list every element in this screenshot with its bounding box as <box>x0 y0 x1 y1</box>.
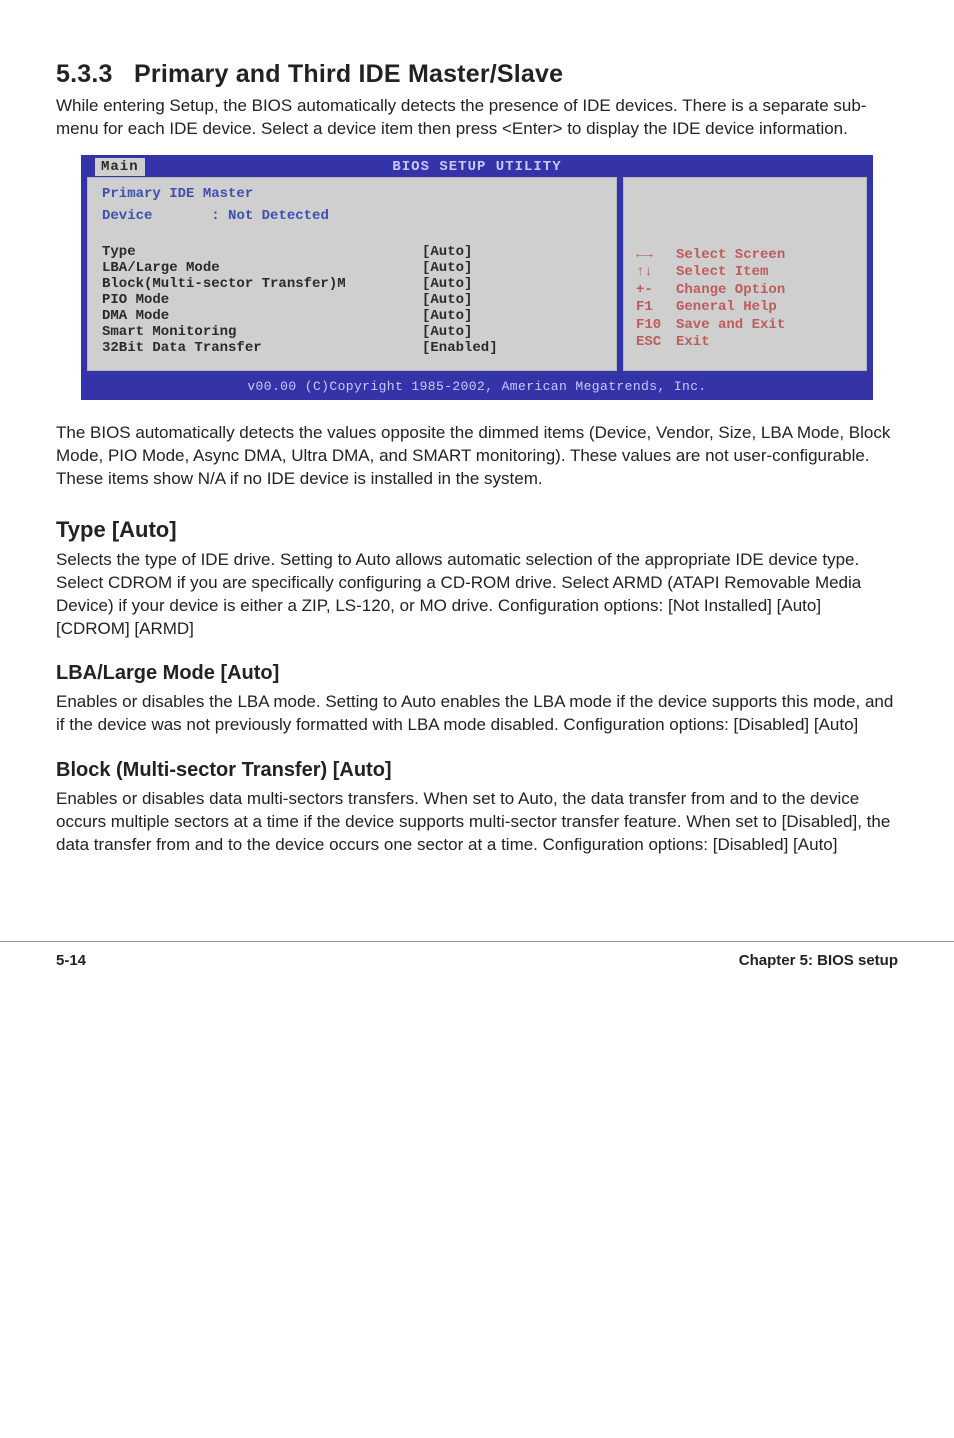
bios-row-value: [Auto] <box>422 292 602 308</box>
bios-settings-panel: Primary IDE Master Device : Not Detected… <box>87 177 617 371</box>
bios-tab-main[interactable]: Main <box>95 158 145 176</box>
section-title: Primary and Third IDE Master/Slave <box>134 60 563 88</box>
bios-help-row: F10 Save and Exit <box>636 317 785 335</box>
bios-row-label: Type <box>102 244 422 260</box>
bios-help-key: ←→ <box>636 247 676 265</box>
subsection-heading: LBA/Large Mode [Auto] <box>56 662 898 685</box>
bios-row-value: [Auto] <box>422 244 602 260</box>
bios-help-desc: Change Option <box>676 282 785 300</box>
bios-help-desc: Select Item <box>676 264 768 282</box>
bios-row[interactable]: Smart Monitoring [Auto] <box>102 324 602 340</box>
bios-help-desc: Save and Exit <box>676 317 785 335</box>
bios-setup-window: Main BIOS SETUP UTILITY Primary IDE Mast… <box>81 155 873 400</box>
bios-help-key: ESC <box>636 334 676 352</box>
bios-row-label: LBA/Large Mode <box>102 260 422 276</box>
bios-help-key: F10 <box>636 317 676 335</box>
bios-device-value: : Not Detected <box>211 208 329 224</box>
bios-help-key: +- <box>636 282 676 300</box>
bios-row-value: [Auto] <box>422 324 602 340</box>
bios-row-value: [Auto] <box>422 260 602 276</box>
section-heading: 5.3.3 Primary and Third IDE Master/Slave <box>56 60 898 89</box>
subsection-heading: Type [Auto] <box>56 517 898 543</box>
subsection-text: Enables or disables data multi-sectors t… <box>56 788 898 857</box>
bios-row[interactable]: PIO Mode [Auto] <box>102 292 602 308</box>
section-intro: While entering Setup, the BIOS automatic… <box>56 95 898 141</box>
bios-help-row: F1 General Help <box>636 299 785 317</box>
subsection-text: Enables or disables the LBA mode. Settin… <box>56 691 898 737</box>
page-footer: 5-14 Chapter 5: BIOS setup <box>0 941 954 1009</box>
bios-help-key: ↑↓ <box>636 264 676 282</box>
bios-help-row: +- Change Option <box>636 282 785 300</box>
subsection-heading: Block (Multi-sector Transfer) [Auto] <box>56 759 898 782</box>
bios-row-label: Block(Multi-sector Transfer)M <box>102 276 422 292</box>
chapter-label: Chapter 5: BIOS setup <box>739 952 898 969</box>
bios-utility-title: BIOS SETUP UTILITY <box>392 159 561 175</box>
bios-row[interactable]: Type [Auto] <box>102 244 602 260</box>
section-number: 5.3.3 <box>56 60 113 88</box>
bios-help-key: F1 <box>636 299 676 317</box>
bios-device-label: Device <box>102 208 152 224</box>
bios-row-value: [Auto] <box>422 276 602 292</box>
bios-title-bar: Main BIOS SETUP UTILITY <box>81 155 873 177</box>
bios-row-value: [Auto] <box>422 308 602 324</box>
bios-help-row: ←→ Select Screen <box>636 247 785 265</box>
bios-row-value: [Enabled] <box>422 340 602 356</box>
bios-help-row: ↑↓ Select Item <box>636 264 785 282</box>
subsection-text: Selects the type of IDE drive. Setting t… <box>56 549 898 641</box>
page-number: 5-14 <box>56 952 86 969</box>
bios-help-desc: General Help <box>676 299 777 317</box>
bios-row-label: DMA Mode <box>102 308 422 324</box>
bios-panel-title: Primary IDE Master <box>102 186 602 202</box>
bios-help-desc: Exit <box>676 334 710 352</box>
bios-copyright-footer: v00.00 (C)Copyright 1985-2002, American … <box>81 377 873 400</box>
bios-row[interactable]: 32Bit Data Transfer [Enabled] <box>102 340 602 356</box>
bios-help-row: ESC Exit <box>636 334 785 352</box>
bios-row-label: PIO Mode <box>102 292 422 308</box>
bios-row[interactable]: DMA Mode [Auto] <box>102 308 602 324</box>
after-bios-text: The BIOS automatically detects the value… <box>56 422 898 491</box>
bios-row[interactable]: LBA/Large Mode [Auto] <box>102 260 602 276</box>
bios-help-panel: ←→ Select Screen ↑↓ Select Item +- Chang… <box>623 177 867 371</box>
bios-row[interactable]: Block(Multi-sector Transfer)M [Auto] <box>102 276 602 292</box>
bios-row-label: Smart Monitoring <box>102 324 422 340</box>
bios-row-label: 32Bit Data Transfer <box>102 340 422 356</box>
bios-help-desc: Select Screen <box>676 247 785 265</box>
